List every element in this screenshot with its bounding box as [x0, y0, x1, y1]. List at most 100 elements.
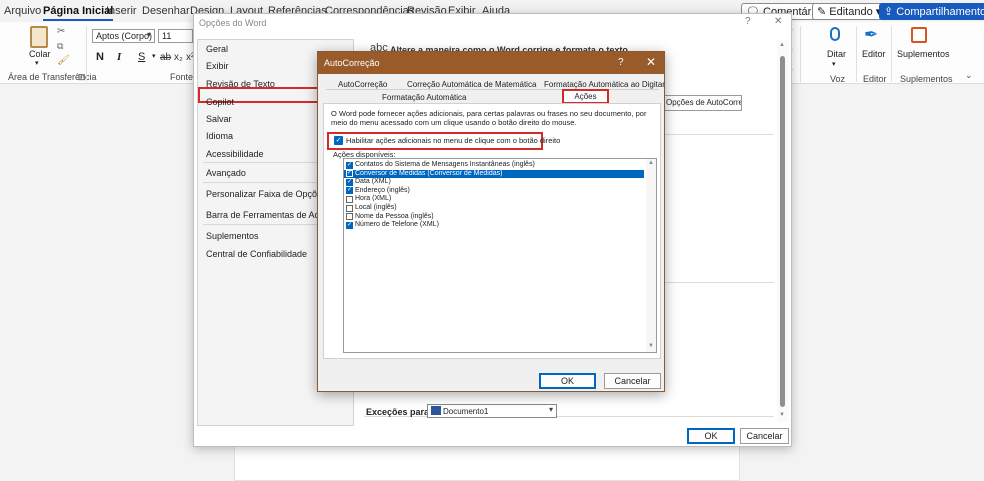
group-divider — [856, 26, 857, 82]
nav-item-geral[interactable]: Geral — [206, 44, 228, 54]
share-label: Compartilhamento — [896, 6, 984, 18]
chevron-down-icon[interactable]: ▾ — [35, 59, 39, 67]
enable-actions-label[interactable]: Habilitar ações adicionais no menu de cl… — [346, 136, 560, 145]
dialog-title: Opções do Word — [199, 18, 267, 28]
action-checkbox[interactable] — [346, 178, 353, 186]
autocorrect-ok-button[interactable]: OK — [539, 373, 596, 389]
options-scrollbar[interactable]: ▲ ▼ — [777, 40, 789, 422]
editor-icon[interactable]: ✒ — [864, 25, 878, 45]
action-checkbox[interactable] — [346, 213, 353, 221]
list-item[interactable]: Data (XML) — [344, 178, 644, 187]
exceptions-select[interactable]: Documento1 ▾ — [427, 404, 557, 418]
nav-item-avancado[interactable]: Avançado — [206, 168, 246, 178]
autocorrect-titlebar: AutoCorreção ? ✕ — [318, 52, 664, 74]
scroll-up-icon[interactable]: ▲ — [648, 160, 654, 166]
nav-item-revisao-de-texto[interactable]: Revisão de Texto — [206, 79, 275, 89]
scroll-down-icon[interactable]: ▼ — [779, 412, 785, 418]
scrollbar-thumb[interactable] — [780, 56, 785, 407]
group-launcher-icon[interactable]: ⊡ — [78, 72, 86, 83]
tab-inserir[interactable]: Inserir — [106, 5, 137, 17]
chevron-down-icon[interactable]: ▾ — [152, 52, 156, 60]
font-name-select[interactable]: Aptos (Corpo) ▾ — [92, 29, 155, 43]
cut-icon[interactable]: ✂ — [57, 26, 65, 37]
autocorrect-options-button[interactable]: Opções de AutoCorreção... — [662, 95, 742, 111]
nav-item-suplementos[interactable]: Suplementos — [206, 231, 259, 241]
addins-icon[interactable] — [911, 27, 927, 43]
microphone-icon[interactable] — [830, 27, 840, 41]
editing-mode-button[interactable]: ✎ Editando ▾ — [812, 3, 887, 20]
help-button[interactable]: ? — [745, 16, 751, 27]
tab-correcao-matematica[interactable]: Correção Automática de Matemática — [407, 80, 536, 89]
copy-icon[interactable]: ⧉ — [57, 41, 63, 52]
action-checkbox[interactable] — [346, 161, 353, 169]
strikethrough-icon[interactable]: ab — [160, 52, 171, 63]
editing-label: Editando — [829, 6, 873, 18]
chevron-down-icon[interactable]: ▾ — [832, 60, 836, 68]
action-label: Hora (XML) — [355, 195, 392, 203]
options-ok-button[interactable]: OK — [687, 428, 735, 444]
exceptions-value: Documento1 — [443, 407, 489, 416]
chevron-down-icon: ▾ — [146, 30, 151, 39]
list-item[interactable]: Endereço (inglês) — [344, 186, 644, 196]
subscript-icon[interactable]: x₂ — [174, 52, 183, 63]
autocorrect-cancel-button[interactable]: Cancelar — [604, 373, 661, 389]
action-checkbox[interactable] — [346, 221, 353, 229]
clipboard-icon[interactable] — [30, 26, 48, 48]
action-checkbox[interactable] — [346, 169, 353, 178]
list-item[interactable]: Nome da Pessoa (inglês) — [344, 213, 644, 222]
list-scrollbar[interactable]: ▲ ▼ — [646, 159, 656, 352]
list-item[interactable]: Hora (XML) — [344, 195, 644, 204]
font-group-label: Fonte — [170, 72, 194, 82]
nav-item-exibir[interactable]: Exibir — [206, 61, 229, 71]
close-button[interactable]: ✕ — [774, 16, 782, 27]
close-button[interactable]: ✕ — [646, 55, 656, 69]
tab-formatacao-automatica[interactable]: Formatação Automática — [382, 93, 466, 102]
tab-arquivo[interactable]: Arquivo — [4, 5, 41, 17]
action-checkbox[interactable] — [346, 186, 353, 195]
list-item[interactable]: Número de Telefone (XML) — [344, 221, 644, 230]
actions-panel: O Word pode fornecer ações adicionais, p… — [323, 103, 661, 359]
editor-label[interactable]: Editor — [862, 49, 886, 59]
options-cancel-button[interactable]: Cancelar — [740, 428, 789, 444]
exceptions-label: Exceções para: — [366, 407, 433, 417]
underline-button[interactable]: S — [138, 51, 145, 63]
tab-pagina-inicial[interactable]: Página Inicial — [43, 5, 114, 21]
scroll-down-icon[interactable]: ▼ — [648, 343, 654, 349]
action-label: Data (XML) — [355, 178, 391, 186]
action-label: Nome da Pessoa (inglês) — [355, 212, 434, 220]
share-button[interactable]: ⇪ Compartilhamento ▾ — [879, 3, 984, 20]
nav-item-copilot[interactable]: Copilot — [206, 97, 234, 107]
list-item[interactable]: Local (inglês) — [344, 204, 644, 213]
nav-item-central-confiabilidade[interactable]: Central de Confiabilidade — [206, 249, 307, 259]
nav-item-salvar[interactable]: Salvar — [206, 114, 232, 124]
ribbon-collapse-icon[interactable]: ⌄ — [965, 70, 973, 81]
dictate-label[interactable]: Ditar — [827, 49, 846, 59]
editor-group-label: Editor — [863, 74, 887, 84]
paste-label[interactable]: Colar — [29, 49, 51, 59]
addins-group-label: Suplementos — [900, 74, 953, 84]
tab-desenhar[interactable]: Desenhar — [142, 5, 190, 17]
enable-actions-highlight: ✓ Habilitar ações adicionais no menu de … — [327, 132, 560, 150]
font-size-select[interactable]: 11 — [158, 29, 193, 43]
tab-formatacao-ao-digitar[interactable]: Formatação Automática ao Digitar — [544, 80, 665, 89]
available-actions-list[interactable]: Contatos do Sistema de Mensagens Instant… — [343, 158, 657, 353]
help-button[interactable]: ? — [618, 57, 624, 68]
scroll-up-icon[interactable]: ▲ — [779, 42, 785, 48]
tab-acoes[interactable]: Ações — [562, 89, 609, 104]
list-item[interactable]: Contatos do Sistema de Mensagens Instant… — [344, 161, 644, 170]
voice-group-label: Voz — [830, 74, 846, 84]
tab-autocorrecao[interactable]: AutoCorreção — [338, 80, 387, 89]
addins-label[interactable]: Suplementos — [897, 49, 950, 59]
enable-actions-checkbox[interactable]: ✓ — [334, 136, 343, 145]
bold-button[interactable]: N — [96, 51, 104, 63]
nav-item-personalizar-faixa[interactable]: Personalizar Faixa de Opções — [206, 189, 327, 199]
nav-item-acessibilidade[interactable]: Acessibilidade — [206, 149, 264, 159]
format-painter-icon[interactable]: 🖌 — [57, 55, 70, 66]
action-checkbox[interactable] — [346, 195, 353, 203]
action-checkbox[interactable] — [346, 204, 353, 212]
font-size-value: 11 — [162, 31, 172, 41]
section-divider — [664, 134, 774, 135]
nav-item-idioma[interactable]: Idioma — [206, 131, 233, 141]
italic-button[interactable]: I — [117, 51, 121, 63]
list-item[interactable]: Conversor de Medidas (Conversor de Medid… — [344, 169, 644, 179]
